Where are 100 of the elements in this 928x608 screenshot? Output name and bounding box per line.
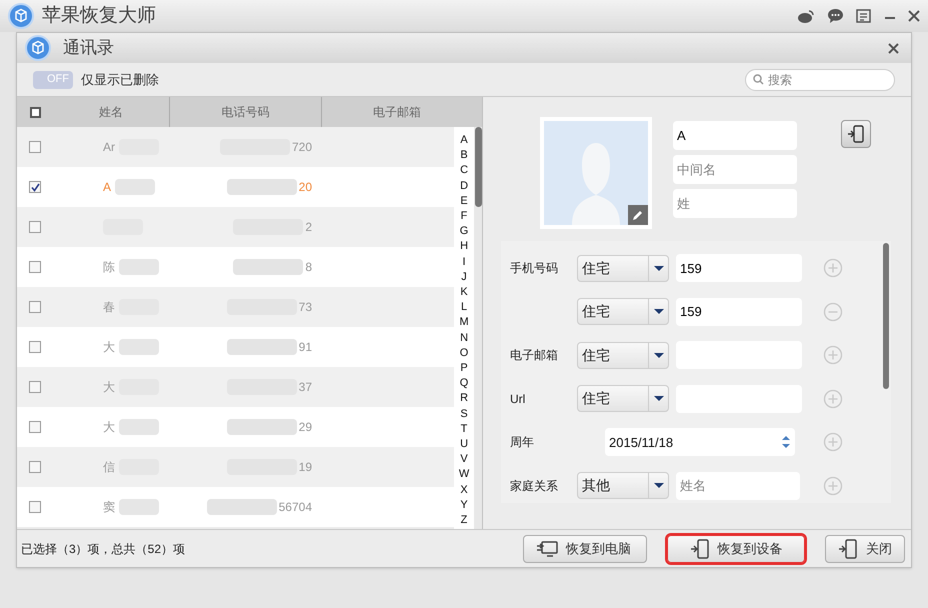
index-letter[interactable]: U bbox=[460, 437, 468, 452]
index-letter[interactable]: L bbox=[460, 300, 468, 316]
index-letter[interactable]: Z bbox=[460, 513, 468, 528]
index-letter[interactable]: T bbox=[460, 422, 468, 438]
close-icon[interactable] bbox=[888, 42, 899, 54]
index-letter[interactable]: Y bbox=[460, 498, 468, 514]
row-checkbox[interactable] bbox=[29, 181, 41, 193]
remove-icon[interactable] bbox=[823, 302, 843, 322]
blurred-text bbox=[226, 419, 297, 435]
index-letter[interactable]: N bbox=[460, 330, 468, 346]
check-icon bbox=[30, 182, 40, 192]
index-letter[interactable]: H bbox=[460, 239, 468, 255]
contact-name: 大 bbox=[103, 419, 115, 436]
index-letter[interactable]: V bbox=[460, 452, 468, 468]
phone-number: 2 bbox=[305, 219, 312, 236]
row-checkbox[interactable] bbox=[29, 301, 41, 313]
row-checkbox[interactable] bbox=[29, 341, 41, 353]
blurred-text bbox=[119, 499, 159, 515]
search-icon bbox=[753, 74, 764, 84]
dialog-title: 通讯录 bbox=[63, 37, 114, 60]
index-letter[interactable]: P bbox=[460, 361, 468, 376]
row-checkbox[interactable] bbox=[29, 141, 41, 153]
field-label: 电子邮箱 bbox=[510, 348, 558, 362]
row-checkbox[interactable] bbox=[29, 501, 41, 513]
index-letter[interactable]: B bbox=[460, 148, 468, 164]
select-all-checkbox[interactable] bbox=[30, 106, 40, 118]
blurred-text bbox=[119, 419, 159, 435]
value-field[interactable]: 姓名 bbox=[676, 472, 800, 500]
index-letter[interactable]: D bbox=[460, 178, 468, 194]
row-checkbox[interactable] bbox=[29, 221, 41, 233]
index-letter[interactable]: F bbox=[460, 209, 468, 224]
index-letter[interactable]: K bbox=[460, 285, 468, 300]
blurred-text bbox=[226, 179, 297, 195]
value-field[interactable]: 159 bbox=[676, 298, 802, 326]
list-icon[interactable] bbox=[856, 8, 872, 24]
phone-number: 29 bbox=[298, 419, 312, 436]
value-field[interactable]: 159 bbox=[676, 254, 802, 282]
phone-number: 20 bbox=[298, 179, 312, 196]
toggle-label: 仅显示已删除 bbox=[81, 70, 159, 89]
index-letter[interactable]: S bbox=[460, 406, 468, 422]
field-label: 周年 bbox=[510, 435, 534, 450]
contact-name: 大 bbox=[103, 379, 115, 396]
index-letter[interactable]: J bbox=[461, 270, 467, 286]
spinner-icon[interactable] bbox=[781, 435, 791, 450]
phone-icon bbox=[838, 538, 858, 558]
blurred-text bbox=[119, 259, 159, 275]
search-field[interactable]: 搜索 bbox=[745, 68, 895, 90]
type-dropdown[interactable]: 住宅 bbox=[577, 342, 669, 369]
close-icon[interactable] bbox=[908, 10, 920, 22]
edit-button[interactable] bbox=[628, 205, 648, 225]
index-letter[interactable]: C bbox=[460, 163, 468, 179]
phone-number: 37 bbox=[298, 379, 312, 396]
contact-name: 春 bbox=[103, 299, 115, 316]
type-dropdown[interactable]: 其他 bbox=[577, 472, 669, 500]
add-icon[interactable] bbox=[823, 388, 843, 409]
dropdown-caret-icon bbox=[654, 352, 664, 358]
row-checkbox[interactable] bbox=[29, 461, 41, 473]
action-button[interactable]: 关闭 bbox=[825, 534, 905, 562]
date-field[interactable]: 2015/11/18 bbox=[605, 428, 795, 456]
middle-name-field[interactable]: 中间名 bbox=[673, 155, 797, 184]
index-letter[interactable]: X bbox=[460, 482, 468, 498]
row-checkbox[interactable] bbox=[29, 381, 41, 393]
column-header[interactable]: 电子邮箱 bbox=[322, 97, 472, 127]
index-letter[interactable]: G bbox=[460, 224, 468, 240]
dropdown-caret-icon bbox=[654, 309, 664, 314]
add-icon[interactable] bbox=[823, 432, 843, 452]
index-letter[interactable]: M bbox=[459, 315, 469, 331]
scrollbar-thumb[interactable] bbox=[883, 243, 889, 389]
index-letter[interactable]: A bbox=[460, 133, 468, 148]
row-checkbox[interactable] bbox=[29, 261, 41, 273]
scrollbar-thumb[interactable] bbox=[474, 127, 482, 207]
type-dropdown[interactable]: 住宅 bbox=[577, 298, 669, 326]
phone-number: 91 bbox=[298, 339, 312, 356]
chat-icon[interactable] bbox=[827, 8, 844, 24]
contact-name: 陈 bbox=[103, 259, 115, 276]
export-button[interactable] bbox=[841, 120, 871, 148]
field-label: 手机号码 bbox=[510, 261, 558, 276]
index-letter[interactable]: I bbox=[462, 254, 466, 270]
first-name-field[interactable]: A bbox=[673, 121, 797, 150]
add-icon[interactable] bbox=[823, 476, 843, 496]
index-letter[interactable]: W bbox=[458, 467, 470, 483]
row-checkbox[interactable] bbox=[29, 421, 41, 433]
index-letter[interactable]: R bbox=[460, 391, 468, 407]
field-label: Url bbox=[510, 392, 526, 406]
add-icon[interactable] bbox=[823, 258, 843, 278]
contact-name: 大 bbox=[103, 339, 115, 356]
index-letter[interactable]: Q bbox=[460, 376, 468, 392]
contact-name: Ar bbox=[103, 139, 115, 156]
index-letter[interactable]: O bbox=[460, 346, 468, 362]
phone-icon bbox=[690, 538, 710, 558]
add-icon[interactable] bbox=[823, 345, 843, 366]
action-button[interactable]: 恢复到电脑 bbox=[523, 534, 647, 562]
last-name-field[interactable]: 姓 bbox=[673, 189, 797, 218]
type-dropdown[interactable]: 住宅 bbox=[577, 254, 669, 282]
type-dropdown[interactable]: 住宅 bbox=[577, 385, 669, 412]
phone-number: 8 bbox=[305, 259, 312, 276]
blurred-text bbox=[206, 499, 277, 515]
action-button[interactable]: 恢复到设备 bbox=[667, 534, 805, 562]
computer-icon bbox=[536, 540, 558, 558]
index-letter[interactable]: E bbox=[460, 194, 468, 210]
